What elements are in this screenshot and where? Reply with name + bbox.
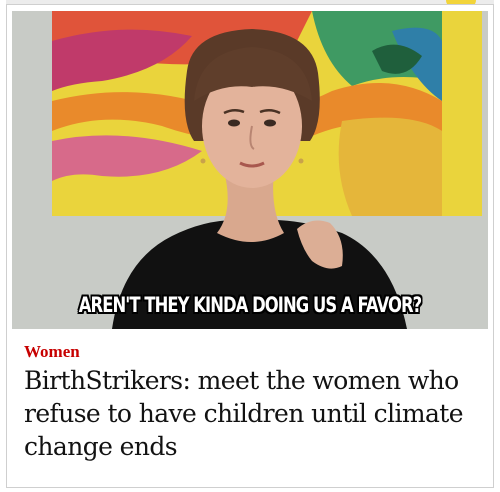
meme-caption: AREN'T THEY KINDA DOING US A FAVOR?	[78, 293, 422, 317]
section-label[interactable]: Women	[24, 342, 80, 362]
article-headline[interactable]: BirthStrikers: meet the women who refuse…	[24, 364, 489, 463]
portrait-illustration	[12, 11, 488, 329]
article-photo[interactable]: AREN'T THEY KINDA DOING US A FAVOR?	[12, 11, 488, 329]
